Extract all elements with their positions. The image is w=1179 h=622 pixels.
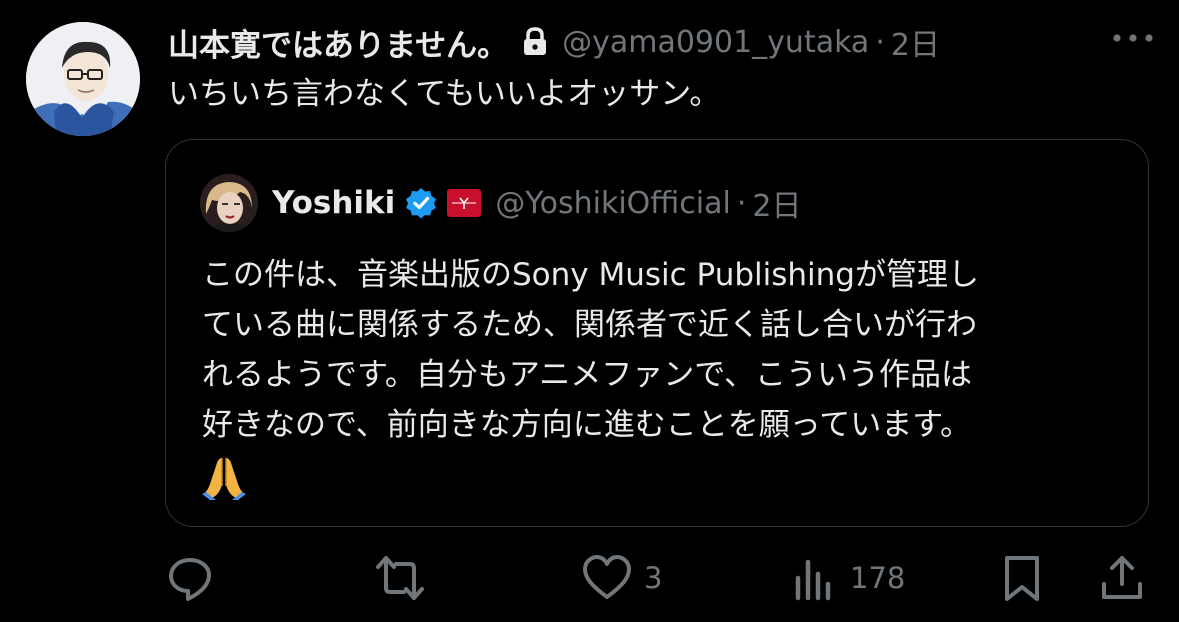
reply-button[interactable] [166, 550, 226, 606]
quoted-tweet-header: Yoshiki @YoshikiOfficial · 2日 [272, 180, 801, 226]
share-icon [1100, 554, 1144, 602]
separator-dot: · [875, 24, 885, 60]
quoted-author-name[interactable]: Yoshiki [272, 185, 395, 221]
views-button[interactable]: 178 [794, 550, 905, 606]
separator-dot: · [736, 185, 747, 221]
bookmark-icon [1002, 554, 1042, 602]
like-count: 3 [644, 561, 663, 595]
repost-icon [372, 554, 428, 602]
quoted-text-line: れるようです。自分もアニメファンで、こういう作品は [202, 357, 973, 393]
quoted-tweet-text: この件は、音楽出版のSony Music Publishingが管理し ている曲… [202, 250, 1122, 500]
lock-icon [522, 27, 548, 57]
affiliation-badge-icon[interactable] [447, 189, 482, 217]
quoted-tweet[interactable]: Yoshiki @YoshikiOfficial · 2日 この件は、音楽出版の… [165, 139, 1149, 527]
like-button[interactable]: 3 [582, 550, 662, 606]
author-name[interactable]: 山本寛ではありません。 [168, 20, 508, 65]
quoted-tweet-timestamp[interactable]: 2日 [752, 181, 801, 225]
tweet-header: 山本寛ではありません。 @yama0901_yutaka · 2日 [168, 20, 940, 64]
folded-hands-emoji [200, 454, 248, 500]
like-icon [582, 554, 632, 602]
quoted-text-line: この件は、音楽出版のSony Music Publishingが管理し [202, 257, 979, 293]
quoted-text-line: ている曲に関係するため、関係者で近く話し合いが行わ [202, 307, 977, 343]
tweet[interactable]: 山本寛ではありません。 @yama0901_yutaka · 2日 いちいち言わ… [0, 0, 1179, 622]
author-handle[interactable]: @yama0901_yutaka [562, 25, 869, 60]
bookmark-button[interactable] [1002, 550, 1054, 606]
repost-button[interactable] [372, 550, 440, 606]
tweet-text: いちいち言わなくてもいいよオッサン。 [168, 76, 721, 112]
views-icon [794, 554, 838, 602]
quoted-author-avatar[interactable] [200, 174, 258, 232]
reply-icon [166, 554, 214, 602]
share-button[interactable] [1100, 550, 1156, 606]
more-options-icon[interactable] [1109, 30, 1157, 44]
action-bar: 3 178 [0, 550, 1179, 610]
verified-badge-icon [405, 187, 437, 219]
views-count: 178 [850, 561, 906, 595]
quoted-author-handle[interactable]: @YoshikiOfficial [495, 186, 731, 221]
quoted-text-line: 好きなので、前向きな方向に進むことを願っています。 [202, 407, 972, 443]
tweet-timestamp[interactable]: 2日 [891, 20, 940, 64]
author-avatar[interactable] [26, 22, 140, 136]
